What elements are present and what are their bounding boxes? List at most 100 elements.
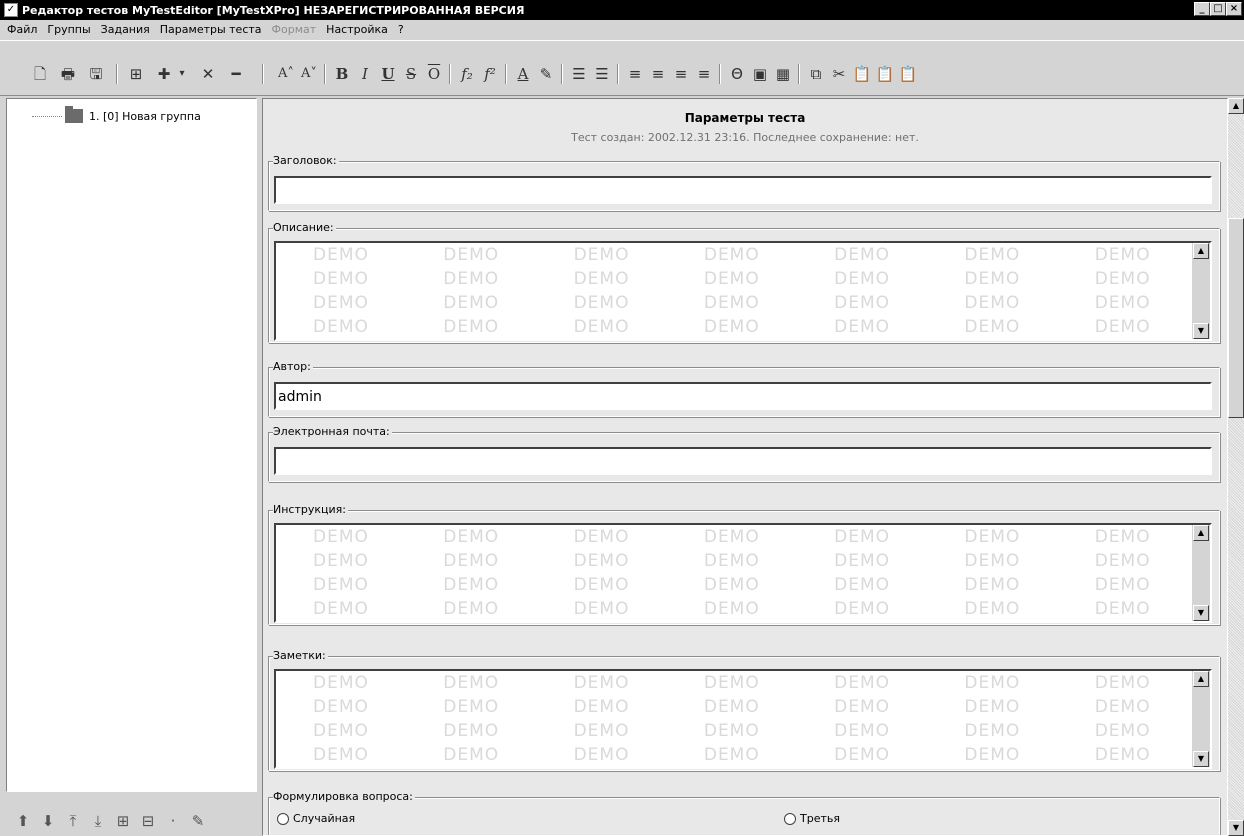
- dot-icon[interactable]: ·: [162, 812, 184, 830]
- subscript-icon[interactable]: f₂: [457, 63, 477, 85]
- underline-icon[interactable]: U: [378, 63, 398, 85]
- tree-node-label: 1. [0] Новая группа: [89, 109, 201, 123]
- open-icon[interactable]: 🖶: [58, 63, 78, 85]
- font-increase-icon[interactable]: A˄: [276, 63, 296, 85]
- demo-row: DEMO DEMO DEMO DEMO DEMO DEMO DEMO DEMO: [313, 269, 1192, 289]
- scroll-up-icon[interactable]: ▲: [1228, 98, 1244, 114]
- paste-special-icon[interactable]: 📋: [875, 63, 895, 85]
- scroll-down-icon[interactable]: ▼: [1193, 323, 1209, 339]
- cut-icon[interactable]: ✂: [829, 63, 849, 85]
- image-icon[interactable]: ▣: [750, 63, 770, 85]
- symbol-icon[interactable]: Θ: [727, 63, 747, 85]
- toolbar-separator: [617, 64, 619, 84]
- new-icon[interactable]: 🗋: [30, 63, 50, 85]
- description-editor[interactable]: DEMO DEMO DEMO DEMO DEMO DEMO DEMO DEMO D…: [274, 241, 1212, 341]
- expand-all-icon[interactable]: ⊞: [112, 812, 134, 830]
- table-icon[interactable]: ▦: [773, 63, 793, 85]
- main-scrollbar[interactable]: ▲ ▼: [1228, 98, 1244, 836]
- remove-icon[interactable]: ━: [226, 63, 246, 85]
- scroll-down-icon[interactable]: ▼: [1193, 605, 1209, 621]
- toolbar-separator: [798, 64, 800, 84]
- delete-icon[interactable]: ✕: [198, 63, 218, 85]
- close-icon[interactable]: ×: [1226, 2, 1242, 16]
- radio-third-label: Третья: [800, 812, 840, 825]
- strikethrough-icon[interactable]: S: [401, 63, 421, 85]
- title-input[interactable]: [274, 176, 1212, 204]
- italic-icon[interactable]: I: [355, 63, 375, 85]
- toolbar-separator: [449, 64, 451, 84]
- scroll-up-icon[interactable]: ▲: [1193, 671, 1209, 687]
- font-decrease-icon[interactable]: A˅: [299, 63, 319, 85]
- radio-random[interactable]: Случайная: [277, 812, 355, 825]
- notes-scrollbar[interactable]: ▲ ▼: [1192, 671, 1210, 767]
- menu-format[interactable]: Формат: [267, 23, 322, 36]
- radio-button[interactable]: [277, 812, 289, 825]
- scroll-down-icon[interactable]: ▼: [1228, 820, 1244, 836]
- add-task-icon[interactable]: ✚: [154, 63, 174, 85]
- menu-settings[interactable]: Настройка: [321, 23, 393, 36]
- menu-groups[interactable]: Группы: [42, 23, 95, 36]
- instruction-scrollbar[interactable]: ▲ ▼: [1192, 525, 1210, 621]
- page-title: Параметры теста: [684, 111, 806, 125]
- copy-icon[interactable]: ⧉: [806, 63, 826, 85]
- notes-editor[interactable]: DEMO DEMO DEMO DEMO DEMO DEMO DEMO DEMO D…: [274, 669, 1212, 769]
- save-icon[interactable]: 🖫: [86, 63, 106, 85]
- tree-node-group[interactable]: 1. [0] Новая группа: [32, 106, 201, 123]
- bullet-list-icon[interactable]: ☰: [569, 63, 589, 85]
- menu-tasks[interactable]: Задания: [96, 23, 155, 36]
- instruction-label: Инструкция:: [273, 503, 348, 516]
- align-center-icon[interactable]: ≡: [648, 63, 668, 85]
- demo-watermark: DEMO DEMO DEMO DEMO DEMO DEMO DEMO DEMO D…: [276, 243, 1192, 339]
- author-label: Автор:: [273, 360, 313, 373]
- maximize-icon[interactable]: □: [1210, 2, 1226, 16]
- author-input[interactable]: admin: [274, 382, 1212, 410]
- scroll-up-icon[interactable]: ▲: [1193, 525, 1209, 541]
- edit-icon[interactable]: ✎: [187, 812, 209, 830]
- align-left-icon[interactable]: ≡: [625, 63, 645, 85]
- numbered-list-icon[interactable]: ☰: [592, 63, 612, 85]
- paste-text-icon[interactable]: 📋: [898, 63, 918, 85]
- move-up-icon[interactable]: ⬆: [12, 812, 34, 830]
- radio-button[interactable]: [784, 812, 796, 825]
- collapse-all-icon[interactable]: ⊟: [137, 812, 159, 830]
- instruction-group: Инструкция: DEMO DEMO DEMO DEMO DEMO DEM…: [268, 503, 1220, 625]
- highlight-icon[interactable]: ✎: [536, 63, 556, 85]
- radio-third[interactable]: Третья: [784, 812, 840, 825]
- menu-file[interactable]: Файл: [2, 23, 42, 36]
- author-group: Автор: admin: [268, 360, 1220, 417]
- notes-label: Заметки:: [273, 649, 328, 662]
- notes-group: Заметки: DEMO DEMO DEMO DEMO DEMO DEMO D…: [268, 649, 1220, 771]
- question-label: Формулировка вопроса:: [273, 790, 415, 803]
- chevron-down-icon[interactable]: ▾: [176, 63, 188, 85]
- align-right-icon[interactable]: ≡: [671, 63, 691, 85]
- demo-row: DEMO DEMO DEMO DEMO DEMO DEMO DEMO DEMO: [313, 599, 1192, 619]
- move-top-icon[interactable]: ⤒: [62, 812, 84, 830]
- email-input[interactable]: [274, 447, 1212, 475]
- minimize-icon[interactable]: _: [1194, 2, 1210, 16]
- demo-row: DEMO DEMO DEMO DEMO DEMO DEMO DEMO DEMO: [313, 245, 1192, 265]
- menu-test-params[interactable]: Параметры теста: [155, 23, 267, 36]
- overline-icon[interactable]: O: [424, 63, 444, 85]
- move-bottom-icon[interactable]: ⤓: [87, 812, 109, 830]
- move-down-icon[interactable]: ⬇: [37, 812, 59, 830]
- demo-row: DEMO DEMO DEMO DEMO DEMO DEMO DEMO DEMO: [313, 697, 1192, 717]
- justify-icon[interactable]: ≡: [694, 63, 714, 85]
- instruction-editor[interactable]: DEMO DEMO DEMO DEMO DEMO DEMO DEMO DEMO D…: [274, 523, 1212, 623]
- scroll-down-icon[interactable]: ▼: [1193, 751, 1209, 767]
- description-scrollbar[interactable]: ▲ ▼: [1192, 243, 1210, 339]
- scroll-up-icon[interactable]: ▲: [1193, 243, 1209, 259]
- superscript-icon[interactable]: f²: [480, 63, 500, 85]
- add-group-icon[interactable]: ⊞: [126, 63, 146, 85]
- scrollbar-thumb[interactable]: [1228, 218, 1244, 418]
- demo-watermark: DEMO DEMO DEMO DEMO DEMO DEMO DEMO DEMO D…: [276, 525, 1192, 621]
- group-tree[interactable]: 1. [0] Новая группа: [6, 98, 257, 792]
- demo-row: DEMO DEMO DEMO DEMO DEMO DEMO DEMO DEMO: [313, 293, 1192, 313]
- paste-icon[interactable]: 📋: [852, 63, 872, 85]
- toolbar-separator: [116, 64, 118, 84]
- demo-row: DEMO DEMO DEMO DEMO DEMO DEMO DEMO DEMO: [313, 673, 1192, 693]
- font-color-icon[interactable]: A: [513, 63, 533, 85]
- bold-icon[interactable]: B: [332, 63, 352, 85]
- demo-watermark: DEMO DEMO DEMO DEMO DEMO DEMO DEMO DEMO D…: [276, 671, 1192, 767]
- menu-help[interactable]: ?: [393, 23, 409, 36]
- description-group: Описание: DEMO DEMO DEMO DEMO DEMO DEMO …: [268, 221, 1220, 343]
